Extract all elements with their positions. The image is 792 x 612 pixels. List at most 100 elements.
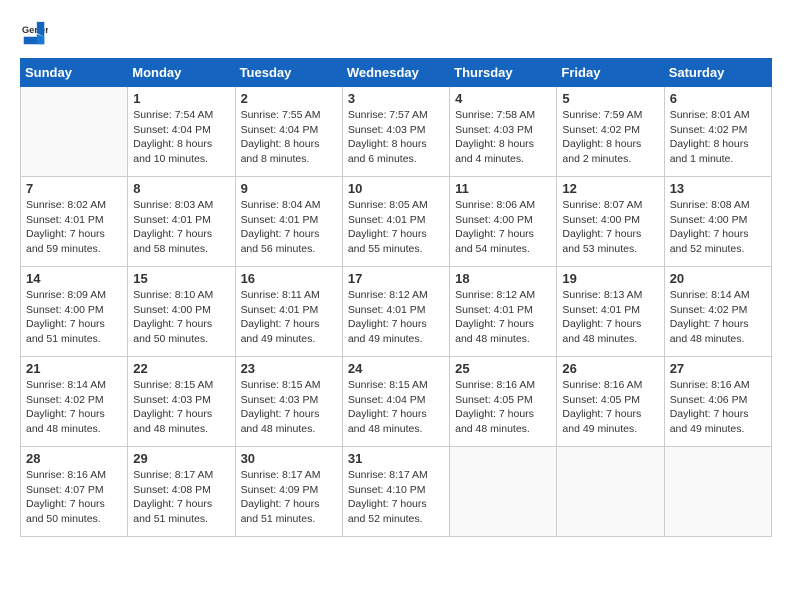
- calendar-cell: 7 Sunrise: 8:02 AM Sunset: 4:01 PM Daylig…: [21, 177, 128, 267]
- day-number: 2: [241, 91, 337, 106]
- calendar-cell: 14Sunrise: 8:09 AM Sunset: 4:00 PM Dayli…: [21, 267, 128, 357]
- calendar-table: SundayMondayTuesdayWednesdayThursdayFrid…: [20, 58, 772, 537]
- day-info: Sunrise: 8:01 AM Sunset: 4:02 PM Dayligh…: [670, 108, 766, 167]
- day-number: 9: [241, 181, 337, 196]
- day-info: Sunrise: 8:14 AM Sunset: 4:02 PM Dayligh…: [26, 378, 122, 437]
- calendar-cell: 2 Sunrise: 7:55 AM Sunset: 4:04 PM Daylig…: [235, 87, 342, 177]
- day-info: Sunrise: 8:15 AM Sunset: 4:03 PM Dayligh…: [133, 378, 229, 437]
- weekday-header-monday: Monday: [128, 59, 235, 87]
- day-info: Sunrise: 8:12 AM Sunset: 4:01 PM Dayligh…: [455, 288, 551, 347]
- calendar-cell: 5 Sunrise: 7:59 AM Sunset: 4:02 PM Daylig…: [557, 87, 664, 177]
- calendar-cell: 15Sunrise: 8:10 AM Sunset: 4:00 PM Dayli…: [128, 267, 235, 357]
- day-info: Sunrise: 8:07 AM Sunset: 4:00 PM Dayligh…: [562, 198, 658, 257]
- day-info: Sunrise: 8:08 AM Sunset: 4:00 PM Dayligh…: [670, 198, 766, 257]
- calendar-week-row: 7 Sunrise: 8:02 AM Sunset: 4:01 PM Daylig…: [21, 177, 772, 267]
- calendar-cell: 23 Sunrise: 8:15 AM Sunset: 4:03 PM Dayli…: [235, 357, 342, 447]
- calendar-cell: 22 Sunrise: 8:15 AM Sunset: 4:03 PM Dayli…: [128, 357, 235, 447]
- calendar-cell: 4 Sunrise: 7:58 AM Sunset: 4:03 PM Daylig…: [450, 87, 557, 177]
- day-number: 10: [348, 181, 444, 196]
- day-number: 4: [455, 91, 551, 106]
- calendar-cell: 9 Sunrise: 8:04 AM Sunset: 4:01 PM Daylig…: [235, 177, 342, 267]
- weekday-header-friday: Friday: [557, 59, 664, 87]
- day-info: Sunrise: 8:16 AM Sunset: 4:06 PM Dayligh…: [670, 378, 766, 437]
- calendar-cell: 25 Sunrise: 8:16 AM Sunset: 4:05 PM Dayli…: [450, 357, 557, 447]
- calendar-cell: 12 Sunrise: 8:07 AM Sunset: 4:00 PM Dayli…: [557, 177, 664, 267]
- calendar-cell: [450, 447, 557, 537]
- calendar-cell: 17Sunrise: 8:12 AM Sunset: 4:01 PM Dayli…: [342, 267, 449, 357]
- calendar-header-row: SundayMondayTuesdayWednesdayThursdayFrid…: [21, 59, 772, 87]
- day-number: 19: [562, 271, 658, 286]
- weekday-header-tuesday: Tuesday: [235, 59, 342, 87]
- calendar-cell: 31 Sunrise: 8:17 AM Sunset: 4:10 PM Dayli…: [342, 447, 449, 537]
- day-number: 29: [133, 451, 229, 466]
- day-number: 11: [455, 181, 551, 196]
- weekday-header-thursday: Thursday: [450, 59, 557, 87]
- calendar-cell: 10 Sunrise: 8:05 AM Sunset: 4:01 PM Dayli…: [342, 177, 449, 267]
- day-number: 24: [348, 361, 444, 376]
- calendar-cell: 19 Sunrise: 8:13 AM Sunset: 4:01 PM Dayli…: [557, 267, 664, 357]
- day-number: 26: [562, 361, 658, 376]
- calendar-cell: 24 Sunrise: 8:15 AM Sunset: 4:04 PM Dayli…: [342, 357, 449, 447]
- day-info: Sunrise: 7:59 AM Sunset: 4:02 PM Dayligh…: [562, 108, 658, 167]
- calendar-cell: 29 Sunrise: 8:17 AM Sunset: 4:08 PM Dayli…: [128, 447, 235, 537]
- day-number: 1: [133, 91, 229, 106]
- calendar-cell: 18 Sunrise: 8:12 AM Sunset: 4:01 PM Dayli…: [450, 267, 557, 357]
- day-info: Sunrise: 8:10 AM Sunset: 4:00 PM Dayligh…: [133, 288, 229, 347]
- day-number: 22: [133, 361, 229, 376]
- day-info: Sunrise: 8:16 AM Sunset: 4:05 PM Dayligh…: [562, 378, 658, 437]
- day-info: Sunrise: 8:06 AM Sunset: 4:00 PM Dayligh…: [455, 198, 551, 257]
- calendar-cell: 16Sunrise: 8:11 AM Sunset: 4:01 PM Dayli…: [235, 267, 342, 357]
- day-info: Sunrise: 8:15 AM Sunset: 4:04 PM Dayligh…: [348, 378, 444, 437]
- day-info: Sunrise: 8:02 AM Sunset: 4:01 PM Dayligh…: [26, 198, 122, 257]
- calendar-cell: [664, 447, 771, 537]
- day-number: 17: [348, 271, 444, 286]
- day-info: Sunrise: 7:57 AM Sunset: 4:03 PM Dayligh…: [348, 108, 444, 167]
- weekday-header-saturday: Saturday: [664, 59, 771, 87]
- day-number: 8: [133, 181, 229, 196]
- day-number: 28: [26, 451, 122, 466]
- logo: General: [20, 20, 52, 48]
- day-number: 18: [455, 271, 551, 286]
- calendar-cell: 30Sunrise: 8:17 AM Sunset: 4:09 PM Dayli…: [235, 447, 342, 537]
- calendar-cell: 26 Sunrise: 8:16 AM Sunset: 4:05 PM Dayli…: [557, 357, 664, 447]
- calendar-cell: 13 Sunrise: 8:08 AM Sunset: 4:00 PM Dayli…: [664, 177, 771, 267]
- calendar-cell: 1 Sunrise: 7:54 AM Sunset: 4:04 PM Daylig…: [128, 87, 235, 177]
- day-number: 25: [455, 361, 551, 376]
- day-info: Sunrise: 8:17 AM Sunset: 4:08 PM Dayligh…: [133, 468, 229, 527]
- day-number: 3: [348, 91, 444, 106]
- day-number: 27: [670, 361, 766, 376]
- page-header: General: [20, 20, 772, 48]
- day-info: Sunrise: 7:54 AM Sunset: 4:04 PM Dayligh…: [133, 108, 229, 167]
- day-number: 23: [241, 361, 337, 376]
- day-info: Sunrise: 8:04 AM Sunset: 4:01 PM Dayligh…: [241, 198, 337, 257]
- day-number: 20: [670, 271, 766, 286]
- day-number: 7: [26, 181, 122, 196]
- day-info: Sunrise: 7:58 AM Sunset: 4:03 PM Dayligh…: [455, 108, 551, 167]
- calendar-cell: 6 Sunrise: 8:01 AM Sunset: 4:02 PM Daylig…: [664, 87, 771, 177]
- day-number: 31: [348, 451, 444, 466]
- day-info: Sunrise: 8:11 AM Sunset: 4:01 PM Dayligh…: [241, 288, 337, 347]
- day-info: Sunrise: 8:16 AM Sunset: 4:05 PM Dayligh…: [455, 378, 551, 437]
- day-number: 12: [562, 181, 658, 196]
- weekday-header-wednesday: Wednesday: [342, 59, 449, 87]
- calendar-week-row: 21Sunrise: 8:14 AM Sunset: 4:02 PM Dayli…: [21, 357, 772, 447]
- day-number: 6: [670, 91, 766, 106]
- calendar-cell: 3 Sunrise: 7:57 AM Sunset: 4:03 PM Daylig…: [342, 87, 449, 177]
- weekday-header-sunday: Sunday: [21, 59, 128, 87]
- calendar-week-row: 14Sunrise: 8:09 AM Sunset: 4:00 PM Dayli…: [21, 267, 772, 357]
- day-number: 30: [241, 451, 337, 466]
- calendar-cell: 21Sunrise: 8:14 AM Sunset: 4:02 PM Dayli…: [21, 357, 128, 447]
- day-info: Sunrise: 8:13 AM Sunset: 4:01 PM Dayligh…: [562, 288, 658, 347]
- day-info: Sunrise: 8:15 AM Sunset: 4:03 PM Dayligh…: [241, 378, 337, 437]
- calendar-cell: 8Sunrise: 8:03 AM Sunset: 4:01 PM Daylig…: [128, 177, 235, 267]
- calendar-cell: 27 Sunrise: 8:16 AM Sunset: 4:06 PM Dayli…: [664, 357, 771, 447]
- calendar-cell: 20 Sunrise: 8:14 AM Sunset: 4:02 PM Dayli…: [664, 267, 771, 357]
- day-info: Sunrise: 7:55 AM Sunset: 4:04 PM Dayligh…: [241, 108, 337, 167]
- day-info: Sunrise: 8:14 AM Sunset: 4:02 PM Dayligh…: [670, 288, 766, 347]
- day-info: Sunrise: 8:17 AM Sunset: 4:10 PM Dayligh…: [348, 468, 444, 527]
- day-info: Sunrise: 8:05 AM Sunset: 4:01 PM Dayligh…: [348, 198, 444, 257]
- calendar-cell: 28Sunrise: 8:16 AM Sunset: 4:07 PM Dayli…: [21, 447, 128, 537]
- day-number: 13: [670, 181, 766, 196]
- calendar-week-row: 28Sunrise: 8:16 AM Sunset: 4:07 PM Dayli…: [21, 447, 772, 537]
- day-number: 5: [562, 91, 658, 106]
